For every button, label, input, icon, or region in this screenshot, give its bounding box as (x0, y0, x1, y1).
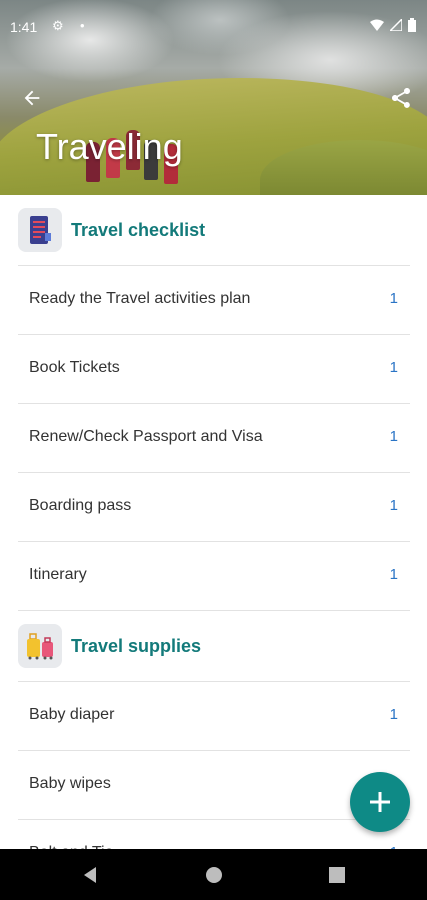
item-count: 1 (389, 290, 398, 307)
item-label: Renew/Check Passport and Visa (29, 428, 263, 445)
item-count: 1 (389, 428, 398, 445)
luggage-icon (27, 633, 53, 660)
section-title: Travel supplies (71, 636, 202, 656)
section-icon-box (18, 208, 62, 252)
list-item[interactable]: Boarding pass 1 (18, 472, 410, 541)
battery-icon (408, 18, 416, 32)
back-triangle-icon[interactable] (78, 863, 102, 887)
list-item[interactable]: Book Tickets 1 (18, 334, 410, 403)
list-item[interactable]: Renew/Check Passport and Visa 1 (18, 403, 410, 472)
section-icon-box (18, 624, 62, 668)
status-time: 1:41 (10, 19, 38, 35)
arrow-left-icon (24, 90, 40, 106)
plus-icon (370, 792, 390, 812)
item-count: 1 (389, 566, 398, 583)
recents-square-icon[interactable] (325, 863, 349, 887)
item-label: Itinerary (29, 566, 87, 583)
share-icon (392, 88, 410, 108)
system-nav-bar (0, 849, 427, 900)
share-button[interactable] (381, 78, 421, 118)
item-label: Baby diaper (29, 706, 115, 723)
status-bar: 1:41 ⚙ • (0, 0, 427, 36)
item-label: Boarding pass (29, 497, 132, 514)
item-count: 1 (389, 359, 398, 376)
list-item[interactable]: Baby diaper 1 (18, 681, 410, 750)
section-header-travel-checklist[interactable]: Travel checklist (0, 195, 427, 265)
checklist-icon (30, 216, 51, 244)
dot-icon: • (80, 18, 85, 33)
item-label: Baby wipes (29, 775, 111, 792)
item-count: 1 (389, 706, 398, 723)
item-label: Ready the Travel activities plan (29, 290, 251, 307)
home-circle-icon[interactable] (202, 863, 226, 887)
wifi-icon (370, 19, 384, 31)
add-item-button[interactable] (350, 772, 410, 832)
list-item[interactable]: Ready the Travel activities plan 1 (18, 265, 410, 334)
settings-icon: ⚙ (52, 18, 64, 33)
header-image: 1:41 ⚙ • Traveling (0, 0, 427, 195)
section-header-travel-supplies[interactable]: Travel supplies (0, 611, 427, 681)
item-count: 1 (389, 497, 398, 514)
list-item[interactable]: Itinerary 1 (18, 541, 410, 610)
item-label: Book Tickets (29, 359, 120, 376)
signal-icon (390, 19, 402, 31)
page-title: Traveling (36, 126, 183, 167)
back-button[interactable] (12, 78, 52, 118)
section-title: Travel checklist (71, 220, 206, 240)
